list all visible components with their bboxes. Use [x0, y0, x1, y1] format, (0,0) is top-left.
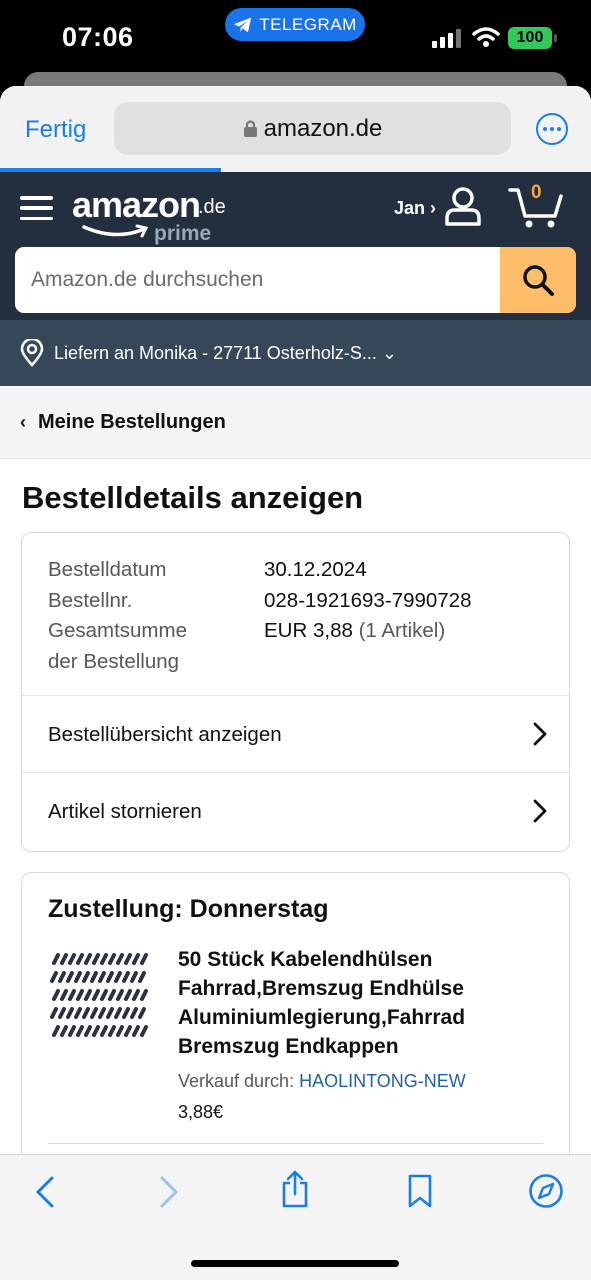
- seller-link[interactable]: HAOLINTONG-NEW: [299, 1071, 466, 1091]
- logo-tld: .de: [198, 196, 226, 218]
- telegram-pill[interactable]: TELEGRAM: [225, 8, 365, 41]
- order-total-label-line1: Gesamtsumme: [48, 619, 187, 642]
- browser-sheet: Fertig amazon.de amazon .de prime Jan ›: [0, 86, 591, 1280]
- signal-icon: [432, 28, 461, 48]
- browser-top-bar: Fertig amazon.de: [0, 86, 591, 172]
- account-link[interactable]: Jan ›: [394, 198, 436, 219]
- delivery-location-text: Liefern an Monika - 27711 Osterholz-S...…: [54, 342, 397, 363]
- status-bar: 07:06 TELEGRAM 100: [0, 0, 591, 72]
- chevron-left-icon: ‹: [20, 411, 26, 432]
- logo-text: amazon: [72, 184, 201, 225]
- amazon-logo[interactable]: amazon .de prime: [72, 184, 226, 245]
- search-input[interactable]: [15, 247, 500, 313]
- delivery-location-bar[interactable]: Liefern an Monika - 27711 Osterholz-S...…: [0, 320, 591, 386]
- forward-arrow-icon[interactable]: [158, 1175, 180, 1209]
- order-summary-card: Bestelldatum 30.12.2024 Bestellnr. 028-1…: [21, 532, 570, 852]
- done-button[interactable]: Fertig: [25, 116, 86, 144]
- product-image[interactable]: [48, 949, 156, 1049]
- home-indicator: [191, 1260, 399, 1267]
- order-number-value: 028-1921693-7990728: [264, 588, 472, 612]
- view-order-summary-label: Bestellübersicht anzeigen: [48, 722, 282, 746]
- sold-by: Verkauf durch: HAOLINTONG-NEW: [178, 1071, 466, 1092]
- status-time: 07:06: [62, 22, 134, 52]
- url-bar[interactable]: amazon.de: [114, 102, 511, 155]
- cancel-items-link[interactable]: Artikel stornieren: [22, 772, 569, 850]
- order-total-amount: EUR 3,88: [264, 619, 353, 642]
- view-order-summary-link[interactable]: Bestellübersicht anzeigen: [22, 695, 569, 773]
- smile-icon: [82, 224, 149, 238]
- cart-count: 0: [531, 182, 542, 203]
- order-total-label-line2: der Bestellung: [48, 649, 180, 673]
- logo-prime: prime: [154, 222, 212, 245]
- order-details: Bestelldatum 30.12.2024 Bestellnr. 028-1…: [22, 533, 569, 677]
- item-price: 3,88€: [178, 1102, 224, 1122]
- order-date-label: Bestelldatum: [48, 558, 167, 581]
- order-item-count: (1 Artikel): [358, 619, 446, 642]
- cancel-items-label: Artikel stornieren: [48, 799, 202, 823]
- order-total-value: EUR 3,88 (1 Artikel): [264, 616, 445, 677]
- url-text: amazon.de: [263, 114, 383, 142]
- search-icon: [523, 265, 554, 296]
- battery-icon: 100: [508, 27, 557, 49]
- back-label: Meine Bestellungen: [38, 410, 226, 433]
- sold-by-label: Verkauf durch:: [178, 1071, 295, 1091]
- bookmarks-icon[interactable]: [406, 1173, 434, 1209]
- divider: [48, 1143, 543, 1144]
- delivery-heading: Zustellung: Donnerstag: [48, 895, 329, 923]
- product-title-link[interactable]: 50 Stück Kabelendhülsen Fahrrad,Bremszug…: [178, 945, 548, 1061]
- order-number-label: Bestellnr.: [48, 588, 133, 612]
- page-title: Bestelldetails anzeigen: [22, 480, 364, 515]
- compass-icon[interactable]: [528, 1173, 564, 1209]
- amazon-header: amazon .de prime Jan › 0: [0, 172, 591, 320]
- back-to-orders-link[interactable]: ‹ Meine Bestellungen: [0, 386, 591, 459]
- lock-icon: [243, 120, 257, 137]
- page-content: ‹ Meine Bestellungen Bestelldetails anze…: [0, 386, 591, 1280]
- chevron-right-icon: [533, 722, 547, 746]
- search-bar: [15, 247, 576, 313]
- chevron-right-icon: [533, 799, 547, 823]
- search-button[interactable]: [500, 247, 576, 313]
- order-date-value: 30.12.2024: [264, 558, 367, 581]
- telegram-label: TELEGRAM: [259, 14, 357, 34]
- menu-icon[interactable]: [20, 196, 53, 220]
- wifi-icon: [472, 27, 500, 47]
- telegram-icon: [234, 17, 252, 32]
- user-icon[interactable]: [443, 186, 483, 228]
- order-total-label: Gesamtsumme der Bestellung: [48, 616, 264, 677]
- back-arrow-icon[interactable]: [34, 1175, 56, 1209]
- more-options-icon[interactable]: [536, 113, 568, 145]
- location-pin-icon: [20, 339, 44, 367]
- share-icon[interactable]: [280, 1169, 310, 1209]
